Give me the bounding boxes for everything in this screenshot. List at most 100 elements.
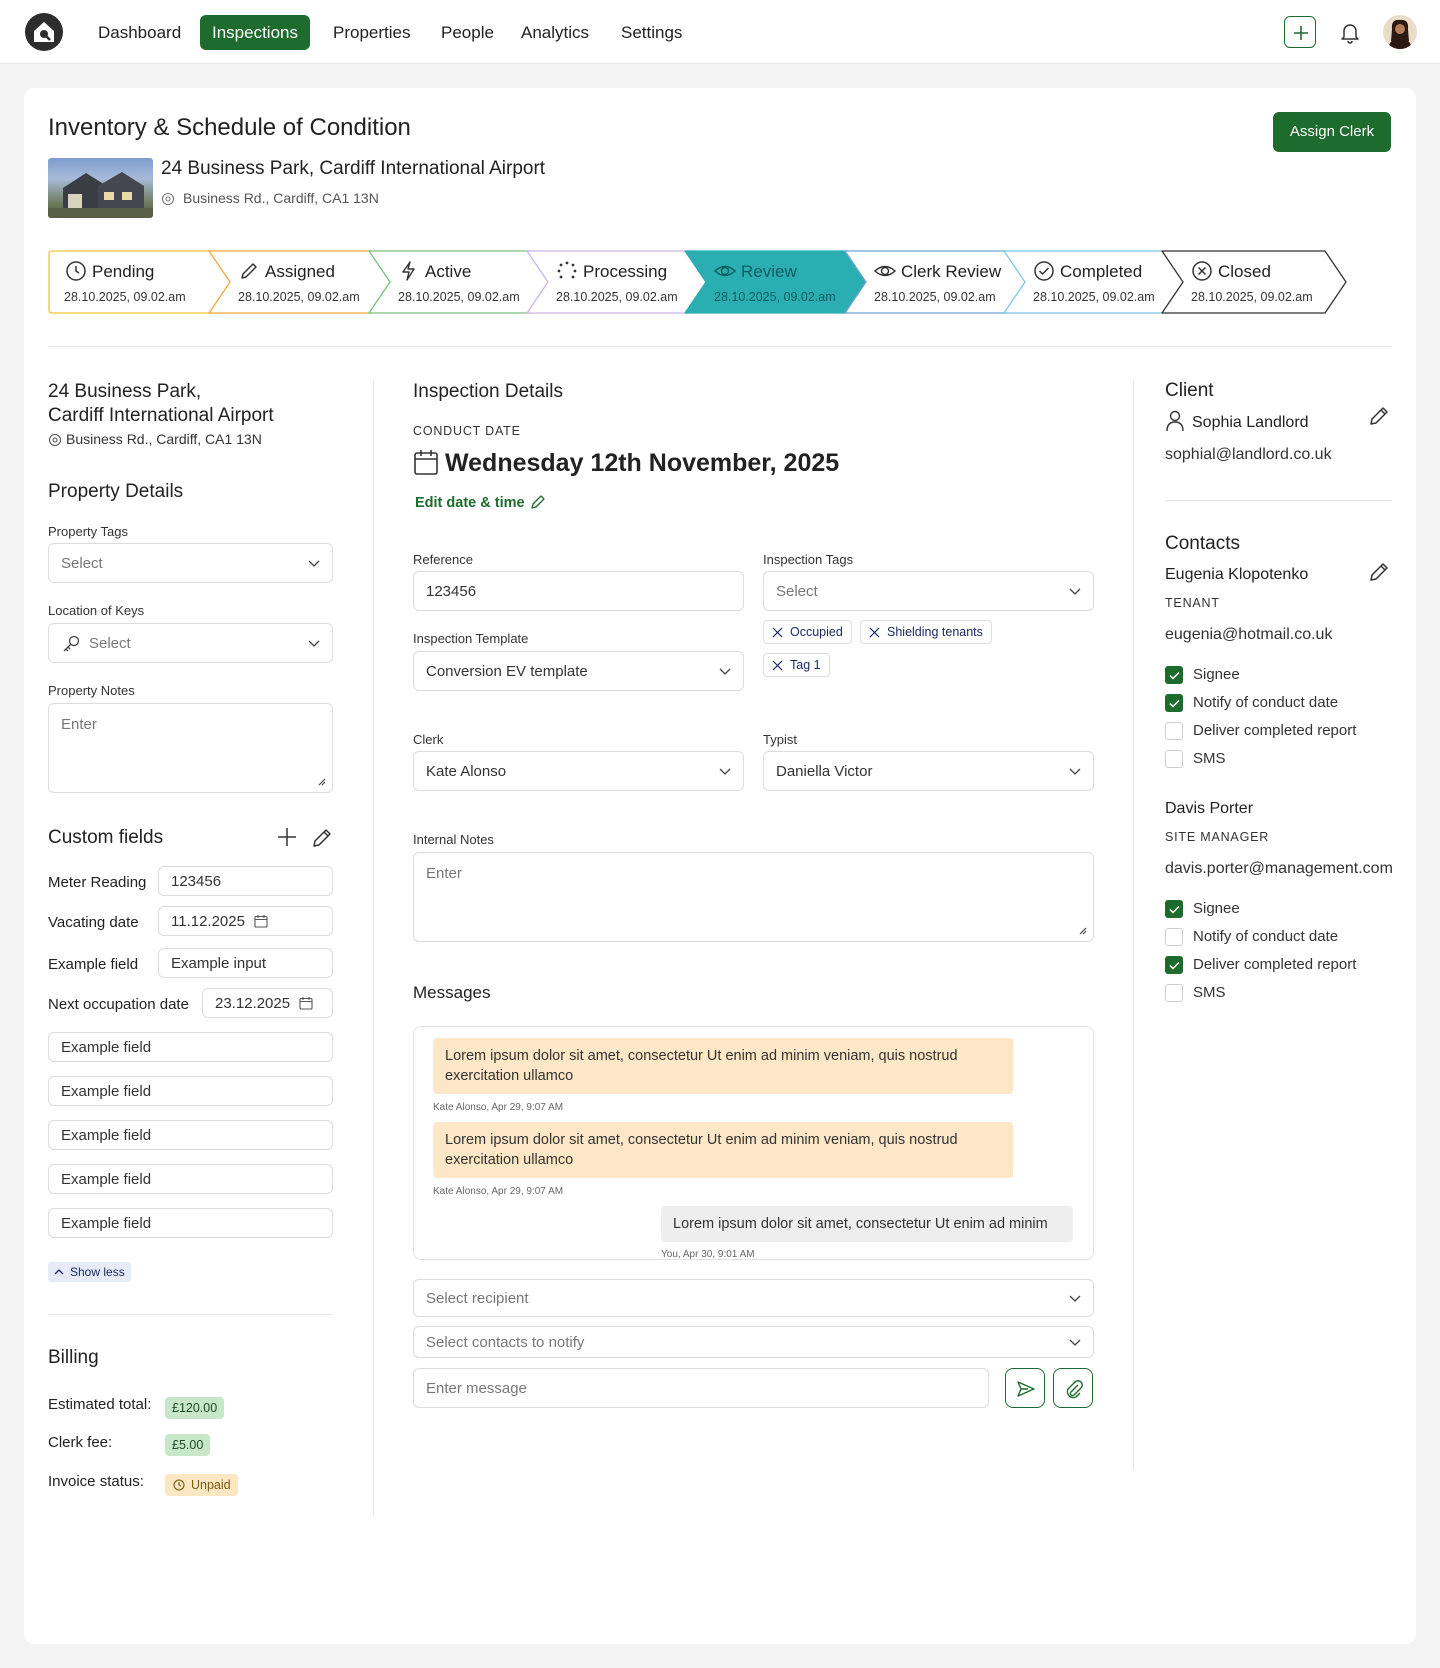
extra-custom-field[interactable]: Example field: [48, 1120, 333, 1150]
create-new-button[interactable]: [1284, 16, 1316, 48]
contact-option-checkbox[interactable]: [1165, 928, 1183, 946]
message-input[interactable]: Enter message: [413, 1368, 989, 1408]
contact-option-checkbox[interactable]: [1165, 694, 1183, 712]
assign-clerk-button[interactable]: Assign Clerk: [1273, 112, 1391, 152]
custom-field-input[interactable]: Example input: [158, 948, 333, 978]
custom-field-input[interactable]: 11.12.2025: [158, 906, 333, 936]
custom-field-input[interactable]: 23.12.2025: [202, 988, 333, 1018]
notify-contacts-placeholder: Select contacts to notify: [426, 1333, 585, 1351]
contact-email[interactable]: davis.porter@management.com: [1165, 860, 1393, 878]
clerk-value: Kate Alonso: [426, 762, 507, 780]
nav-settings[interactable]: Settings: [609, 15, 694, 50]
calendar-icon[interactable]: [299, 996, 313, 1010]
invoice-status-label: Invoice status:: [48, 1473, 144, 1490]
contact-email[interactable]: eugenia@hotmail.co.uk: [1165, 626, 1332, 644]
property-thumbnail: [48, 158, 153, 218]
contact-option-checkbox[interactable]: [1165, 956, 1183, 974]
stage-date: 28.10.2025, 09.02.am: [1191, 290, 1313, 304]
contact-option-checkbox[interactable]: [1165, 750, 1183, 768]
plus-icon: [1294, 26, 1308, 40]
edit-custom-fields-button[interactable]: [310, 826, 334, 850]
attach-button[interactable]: [1053, 1368, 1093, 1408]
edit-client-button[interactable]: [1367, 404, 1391, 428]
reference-value: 123456: [426, 582, 477, 600]
custom-field-input[interactable]: 123456: [158, 866, 333, 896]
left-property-line2: Cardiff International Airport: [48, 405, 274, 426]
chevron-down-icon: [719, 768, 731, 775]
notify-contacts-select[interactable]: Select contacts to notify: [413, 1326, 1094, 1358]
nav-people[interactable]: People: [429, 15, 506, 50]
chevron-down-icon: [1069, 1295, 1081, 1302]
resize-grip-icon[interactable]: [1077, 925, 1087, 935]
add-custom-field-button[interactable]: [276, 826, 298, 848]
show-less-label: Show less: [70, 1265, 125, 1279]
contact-option-checkbox[interactable]: [1165, 984, 1183, 1002]
extra-custom-field[interactable]: Example field: [48, 1208, 333, 1238]
extra-custom-field[interactable]: Example field: [48, 1164, 333, 1194]
check-circle-icon: [1034, 261, 1054, 281]
show-less-button[interactable]: Show less: [48, 1262, 131, 1282]
stage-label: Clerk Review: [901, 262, 1002, 281]
stage-label: Assigned: [265, 262, 335, 281]
message-meta: You, Apr 30, 9:01 AM: [661, 1249, 755, 1260]
inspection-tags-select[interactable]: Select: [763, 571, 1094, 611]
extra-custom-field-value: Example field: [61, 1214, 152, 1232]
tag-tag-1[interactable]: Tag 1: [763, 653, 830, 677]
extra-custom-field[interactable]: Example field: [48, 1076, 333, 1106]
close-icon[interactable]: [772, 627, 783, 638]
internal-notes-textarea[interactable]: Enter: [413, 852, 1094, 942]
close-icon[interactable]: [772, 660, 783, 671]
stage-label: Closed: [1218, 262, 1271, 281]
client-divider: [1165, 500, 1392, 501]
invoice-status-badge: Unpaid: [165, 1474, 238, 1496]
property-notes-textarea[interactable]: Enter: [48, 703, 333, 793]
custom-field-label: Example field: [48, 956, 139, 973]
paperclip-icon: [1066, 1380, 1083, 1399]
user-icon: [1165, 410, 1185, 432]
nav-inspections[interactable]: Inspections: [200, 15, 310, 50]
check-icon: [1169, 961, 1180, 970]
stage-date: 28.10.2025, 09.02.am: [556, 290, 678, 304]
pencil-icon[interactable]: [529, 493, 547, 511]
clerk-select[interactable]: Kate Alonso: [413, 751, 744, 791]
house-logo-icon[interactable]: [25, 13, 63, 51]
nav-analytics[interactable]: Analytics: [509, 15, 601, 50]
reference-input[interactable]: 123456: [413, 571, 744, 611]
stage-shape: [684, 250, 870, 314]
keys-select[interactable]: Select: [48, 623, 333, 663]
resize-grip-icon[interactable]: [316, 776, 326, 786]
stage-label: Review: [741, 262, 797, 281]
user-avatar[interactable]: [1383, 15, 1417, 49]
property-tags-select[interactable]: Select: [48, 543, 333, 583]
nav-properties[interactable]: Properties: [321, 15, 422, 50]
eye-icon: [874, 265, 896, 277]
extra-custom-field[interactable]: Example field: [48, 1032, 333, 1062]
right-column-divider: [1133, 380, 1134, 1470]
notifications-button[interactable]: [1338, 20, 1362, 44]
extra-custom-field-value: Example field: [61, 1038, 152, 1056]
contact-option-checkbox[interactable]: [1165, 666, 1183, 684]
client-heading: Client: [1165, 380, 1214, 401]
calendar-icon[interactable]: [254, 914, 268, 928]
client-email[interactable]: sophial@landlord.co.uk: [1165, 446, 1332, 464]
edit-contact-button[interactable]: [1367, 560, 1391, 584]
edit-date-link[interactable]: Edit date & time: [415, 495, 525, 511]
contact-option-checkbox[interactable]: [1165, 900, 1183, 918]
chevron-down-icon: [308, 640, 320, 647]
tag-occupied[interactable]: Occupied: [763, 620, 852, 644]
custom-field-value: 23.12.2025: [215, 994, 291, 1012]
contact-option-checkbox[interactable]: [1165, 722, 1183, 740]
contacts-heading: Contacts: [1165, 533, 1240, 554]
send-button[interactable]: [1005, 1368, 1045, 1408]
tag-shielding-tenants[interactable]: Shielding tenants: [860, 620, 992, 644]
typist-select[interactable]: Daniella Victor: [763, 751, 1094, 791]
stage-closed[interactable]: Closed 28.10.2025, 09.02.am: [1161, 250, 1349, 316]
extra-custom-field-value: Example field: [61, 1126, 152, 1144]
recipient-select[interactable]: Select recipient: [413, 1279, 1094, 1317]
nav-dashboard[interactable]: Dashboard: [86, 15, 193, 50]
clock-icon: [66, 261, 86, 281]
close-icon[interactable]: [869, 627, 880, 638]
template-select[interactable]: Conversion EV template: [413, 651, 744, 691]
typist-label: Typist: [763, 732, 797, 747]
tag-label: Shielding tenants: [887, 625, 983, 639]
